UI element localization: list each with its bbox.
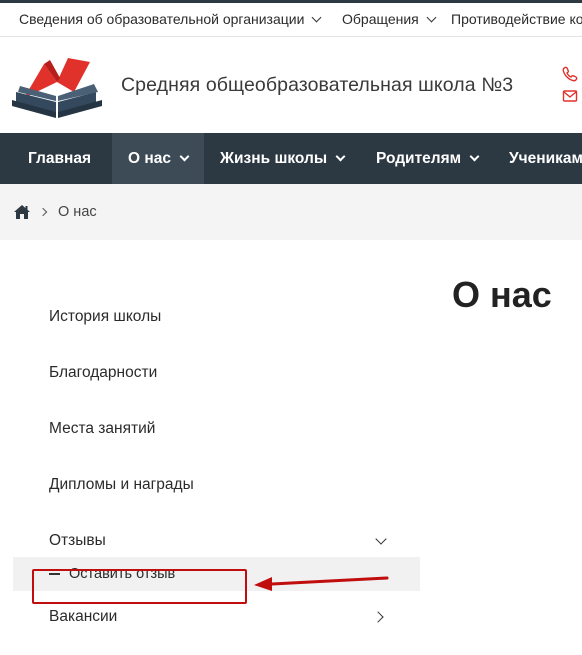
nav-item-label: Главная	[28, 149, 92, 167]
school-logo-icon[interactable]	[10, 52, 104, 122]
breadcrumb: О нас	[0, 184, 582, 240]
phone-icon[interactable]	[562, 66, 578, 82]
breadcrumb-current: О нас	[58, 204, 97, 220]
chevron-down-icon	[469, 151, 480, 162]
main-navigation: Главная О нас Жизнь школы Родителям Учен…	[0, 133, 582, 184]
topbar-item-org-info[interactable]: Сведения об образовательной организации	[19, 11, 322, 27]
chevron-down-icon[interactable]	[375, 533, 387, 545]
topbar-item-label: Сведения об образовательной организации	[19, 11, 305, 27]
home-icon[interactable]	[13, 204, 31, 220]
topbar-item-label: Противодействие ко	[451, 11, 582, 27]
side-menu-item-history[interactable]: История школы	[13, 289, 420, 345]
nav-item-label: Родителям	[376, 149, 462, 167]
chevron-down-icon	[311, 12, 322, 22]
chevron-right-icon[interactable]	[372, 611, 384, 623]
nav-item-home[interactable]: Главная	[12, 133, 107, 184]
chevron-down-icon	[335, 151, 346, 162]
top-utility-bar: Сведения об образовательной организации …	[0, 0, 582, 37]
nav-item-students[interactable]: Ученикам	[493, 133, 582, 184]
nav-item-label: Ученикам	[509, 149, 582, 167]
side-menu-item-label: Вакансии	[49, 608, 118, 625]
page-title: О нас	[452, 274, 552, 315]
side-menu-item-venues[interactable]: Места занятий	[13, 401, 420, 457]
nav-item-label: О нас	[128, 149, 171, 167]
side-menu-item-label: История школы	[49, 308, 162, 325]
breadcrumb-separator-icon	[38, 207, 48, 217]
side-menu-item-label: Места занятий	[49, 420, 156, 437]
nav-item-about[interactable]: О нас	[112, 133, 204, 184]
topbar-item-anticorruption[interactable]: Противодействие ко	[451, 11, 582, 27]
side-menu-item-thanks[interactable]: Благодарности	[13, 345, 420, 401]
site-header: Средняя общеобразовательная школа №3	[0, 37, 582, 133]
annotation-highlight-box	[32, 569, 247, 604]
nav-item-parents[interactable]: Родителям	[360, 133, 494, 184]
nav-item-label: Жизнь школы	[220, 149, 328, 167]
envelope-icon[interactable]	[562, 88, 578, 104]
chevron-down-icon	[179, 151, 190, 162]
nav-item-school-life[interactable]: Жизнь школы	[204, 133, 360, 184]
topbar-item-appeals[interactable]: Обращения	[342, 11, 437, 27]
side-menu-item-label: Дипломы и награды	[49, 476, 194, 493]
school-name[interactable]: Средняя общеобразовательная школа №3	[121, 74, 513, 97]
annotation-arrow-icon	[254, 576, 389, 591]
side-menu-item-awards[interactable]: Дипломы и награды	[13, 457, 420, 513]
topbar-item-label: Обращения	[342, 11, 419, 27]
side-menu-item-label: Отзывы	[49, 532, 106, 549]
chevron-down-icon	[426, 12, 437, 22]
side-menu-item-label: Благодарности	[49, 364, 158, 381]
